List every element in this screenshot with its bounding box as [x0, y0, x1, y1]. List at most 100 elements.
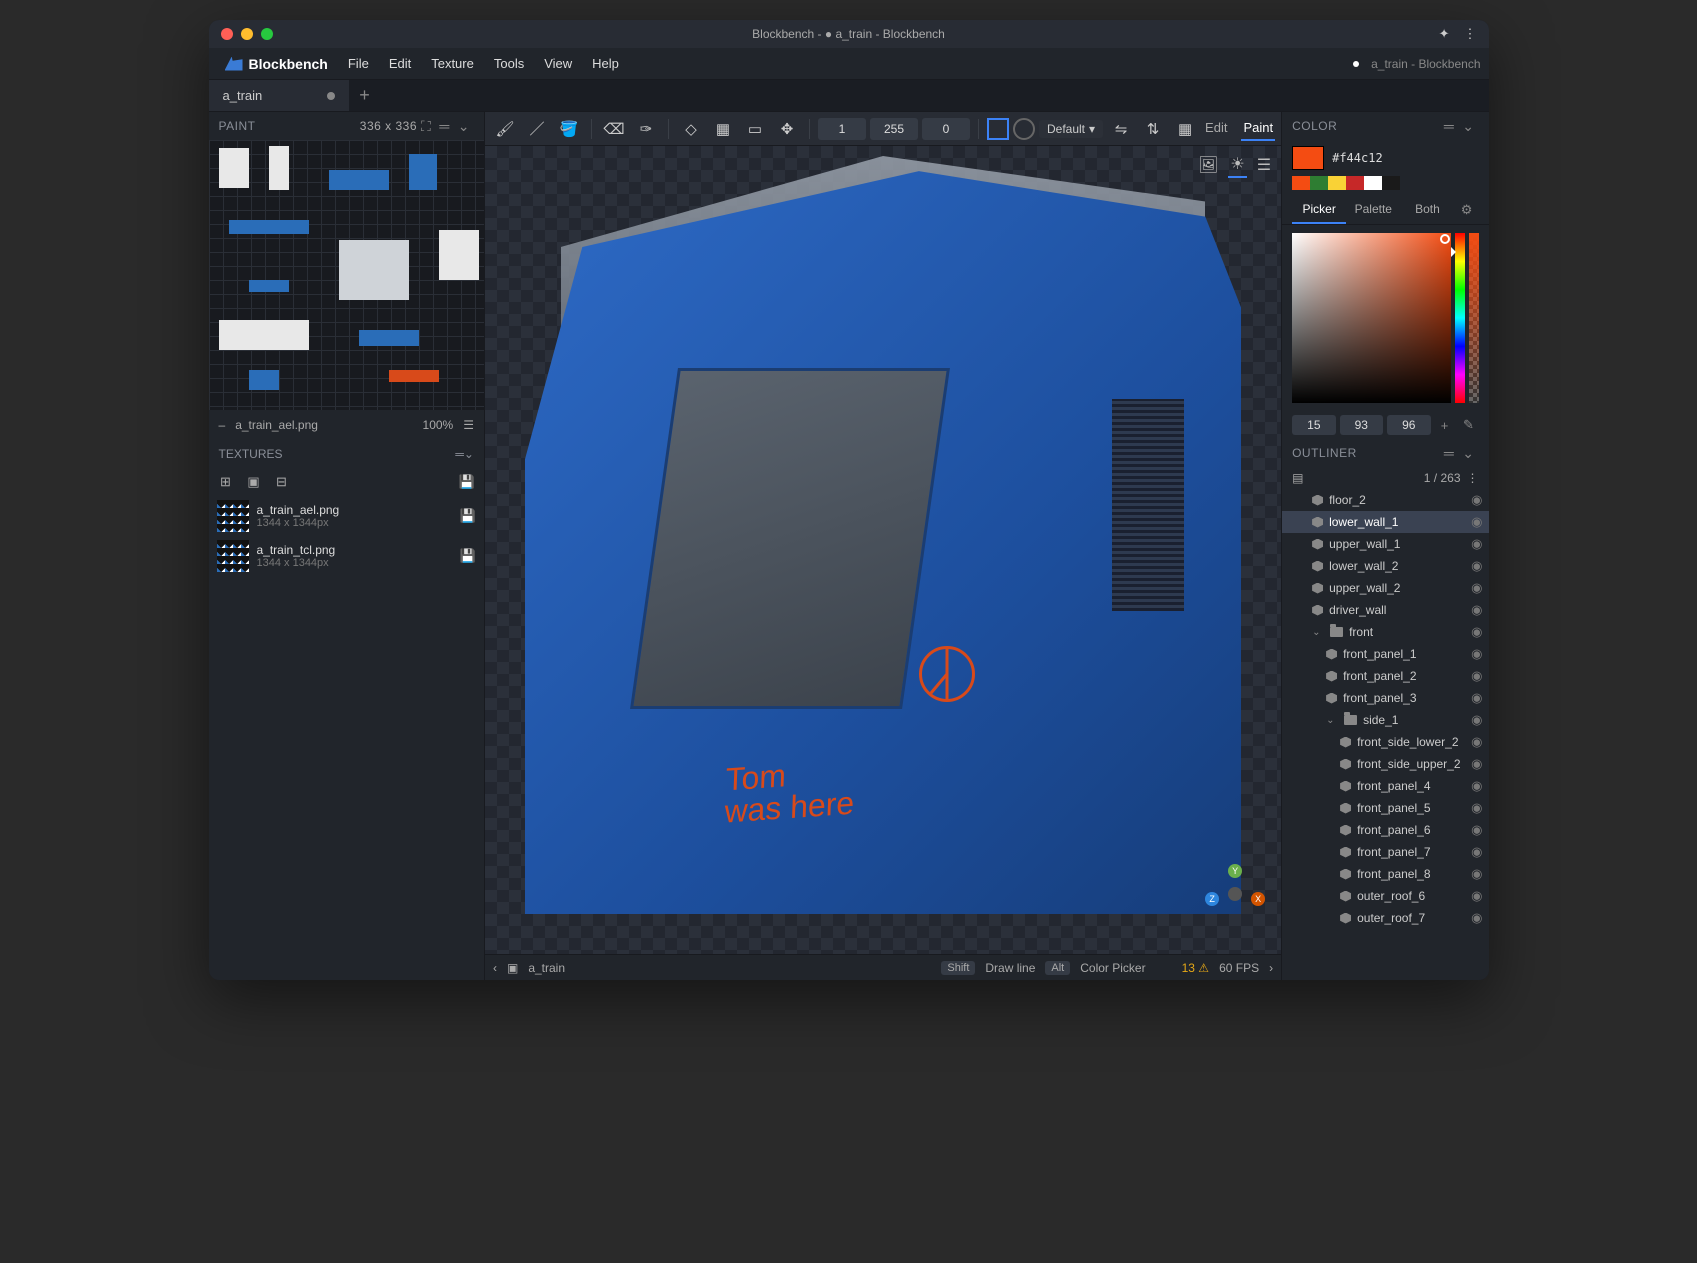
visibility-toggle-icon[interactable]: ◉	[1471, 800, 1482, 816]
panel-menu-icon[interactable]: ═	[435, 118, 453, 134]
outliner-item[interactable]: outer_roof_7◉	[1282, 907, 1488, 929]
app-logo[interactable]: Blockbench	[217, 56, 336, 72]
line-tool-icon[interactable]: ／	[523, 116, 551, 142]
select-tool-icon[interactable]: ▭	[741, 116, 769, 142]
outliner-item[interactable]: lower_wall_1◉	[1282, 511, 1488, 533]
alpha-slider[interactable]	[1469, 233, 1479, 403]
close-icon[interactable]	[221, 28, 233, 40]
collapse-icon[interactable]: ⌄	[1458, 445, 1478, 462]
nav-forward-icon[interactable]: ›	[1269, 961, 1273, 975]
bucket-tool-icon[interactable]: 🪣	[555, 116, 583, 142]
more-icon[interactable]: ⋮	[1464, 26, 1477, 42]
color-history-swatch[interactable]	[1328, 176, 1346, 190]
texture-item[interactable]: a_train_ael.png 1344 x 1344px 💾	[209, 496, 484, 536]
outliner-item[interactable]: front_panel_7◉	[1282, 841, 1488, 863]
outliner-filter-icon[interactable]: ▤	[1292, 471, 1303, 485]
eraser-tool-icon[interactable]: ⌫	[600, 116, 628, 142]
brush-shape-square[interactable]	[987, 118, 1009, 140]
mode-edit-tab[interactable]: Edit	[1203, 116, 1229, 141]
brush-size-input[interactable]: 1	[818, 118, 866, 140]
visibility-toggle-icon[interactable]: ◉	[1471, 778, 1482, 794]
color-history-swatch[interactable]	[1364, 176, 1382, 190]
fullscreen-icon[interactable]: ⛶	[417, 118, 435, 135]
outliner-item[interactable]: floor_2◉	[1282, 489, 1488, 511]
collapse-icon[interactable]: ⌄	[1458, 118, 1478, 135]
outliner-item[interactable]: outer_roof_6◉	[1282, 885, 1488, 907]
brush-shape-circle[interactable]	[1013, 118, 1035, 140]
outliner-item[interactable]: front_panel_4◉	[1282, 775, 1488, 797]
menu-view[interactable]: View	[534, 52, 582, 75]
nav-back-icon[interactable]: ‹	[493, 961, 497, 975]
menu-help[interactable]: Help	[582, 52, 629, 75]
tab-a-train[interactable]: a_train	[209, 80, 349, 111]
mirror-y-icon[interactable]: ⇅	[1139, 116, 1167, 142]
visibility-toggle-icon[interactable]: ◉	[1471, 910, 1482, 926]
outliner-more-icon[interactable]: ⋮	[1467, 471, 1479, 485]
add-tab-button[interactable]: +	[349, 80, 381, 111]
outliner-item[interactable]: front_side_lower_2◉	[1282, 731, 1488, 753]
gradient-tool-icon[interactable]: ▦	[709, 116, 737, 142]
mode-paint-tab[interactable]: Paint	[1241, 116, 1275, 141]
brush-tool-icon[interactable]: 🖌	[491, 116, 519, 142]
shape-tool-icon[interactable]: ◇	[677, 116, 705, 142]
outliner-item[interactable]: front_panel_3◉	[1282, 687, 1488, 709]
color-history-swatch[interactable]	[1292, 176, 1310, 190]
outliner-item[interactable]: ⌄side_1◉	[1282, 709, 1488, 731]
uv-editor[interactable]	[209, 140, 484, 410]
outliner-item[interactable]: front_panel_1◉	[1282, 643, 1488, 665]
outliner-item[interactable]: front_panel_6◉	[1282, 819, 1488, 841]
visibility-toggle-icon[interactable]: ◉	[1471, 734, 1482, 750]
shading-icon[interactable]: ☀	[1228, 152, 1246, 178]
texture-item[interactable]: a_train_tcl.png 1344 x 1344px 💾	[209, 536, 484, 576]
visibility-toggle-icon[interactable]: ◉	[1471, 888, 1482, 904]
visibility-toggle-icon[interactable]: ◉	[1471, 492, 1482, 508]
hue-slider[interactable]	[1455, 233, 1465, 403]
color-settings-icon[interactable]: ⚙	[1455, 196, 1479, 224]
outliner-item[interactable]: ⌄front◉	[1282, 621, 1488, 643]
visibility-toggle-icon[interactable]: ◉	[1471, 822, 1482, 838]
warning-count[interactable]: 13 ⚠	[1182, 961, 1209, 975]
viewport-menu-icon[interactable]: ☰	[1255, 153, 1273, 177]
visibility-toggle-icon[interactable]: ◉	[1471, 558, 1482, 574]
menu-tools[interactable]: Tools	[484, 52, 534, 75]
menu-file[interactable]: File	[338, 52, 379, 75]
color-history-swatch[interactable]	[1310, 176, 1328, 190]
maximize-icon[interactable]	[261, 28, 273, 40]
panel-menu-icon[interactable]: ═	[1440, 445, 1458, 461]
outliner-item[interactable]: upper_wall_2◉	[1282, 577, 1488, 599]
outliner-item[interactable]: front_panel_5◉	[1282, 797, 1488, 819]
visibility-toggle-icon[interactable]: ◉	[1471, 866, 1482, 882]
color-tab-palette[interactable]: Palette	[1346, 196, 1400, 224]
collapse-icon[interactable]: ⌄	[464, 447, 474, 461]
color-tab-both[interactable]: Both	[1400, 196, 1454, 224]
uv-options-icon[interactable]: ☰	[463, 418, 474, 432]
eyedropper-icon[interactable]: ✎	[1459, 417, 1479, 433]
visibility-toggle-icon[interactable]: ◉	[1471, 514, 1482, 530]
visibility-toggle-icon[interactable]: ◉	[1471, 712, 1482, 728]
outliner-item[interactable]: front_side_upper_2◉	[1282, 753, 1488, 775]
panel-menu-icon[interactable]: ═	[1440, 118, 1458, 134]
collapse-icon[interactable]: ⌄	[454, 118, 474, 135]
save-texture-icon[interactable]: 💾	[460, 548, 476, 564]
menu-edit[interactable]: Edit	[379, 52, 421, 75]
color-history-swatch[interactable]	[1346, 176, 1364, 190]
chevron-down-icon[interactable]: ⌄	[1326, 715, 1338, 726]
visibility-toggle-icon[interactable]: ◉	[1471, 690, 1482, 706]
menu-texture[interactable]: Texture	[421, 52, 484, 75]
outliner-item[interactable]: front_panel_2◉	[1282, 665, 1488, 687]
axis-z[interactable]: Z	[1205, 892, 1219, 906]
blend-mode-select[interactable]: Default▾	[1039, 120, 1103, 138]
color-tab-picker[interactable]: Picker	[1292, 196, 1346, 224]
outliner-item[interactable]: front_panel_8◉	[1282, 863, 1488, 885]
color-history-swatch[interactable]	[1382, 176, 1400, 190]
save-texture-icon[interactable]: 💾	[460, 508, 476, 524]
visibility-toggle-icon[interactable]: ◉	[1471, 844, 1482, 860]
3d-viewport[interactable]: Tom was here 🖼 ☀ ☰ Y X Z	[485, 146, 1281, 954]
visibility-toggle-icon[interactable]: ◉	[1471, 756, 1482, 772]
visibility-toggle-icon[interactable]: ◉	[1471, 580, 1482, 596]
saturation-value-picker[interactable]	[1292, 233, 1450, 403]
eyedropper-tool-icon[interactable]: ✑	[632, 116, 660, 142]
outliner-item[interactable]: driver_wall◉	[1282, 599, 1488, 621]
create-texture-icon[interactable]: ▣	[245, 473, 263, 491]
minimize-icon[interactable]	[241, 28, 253, 40]
